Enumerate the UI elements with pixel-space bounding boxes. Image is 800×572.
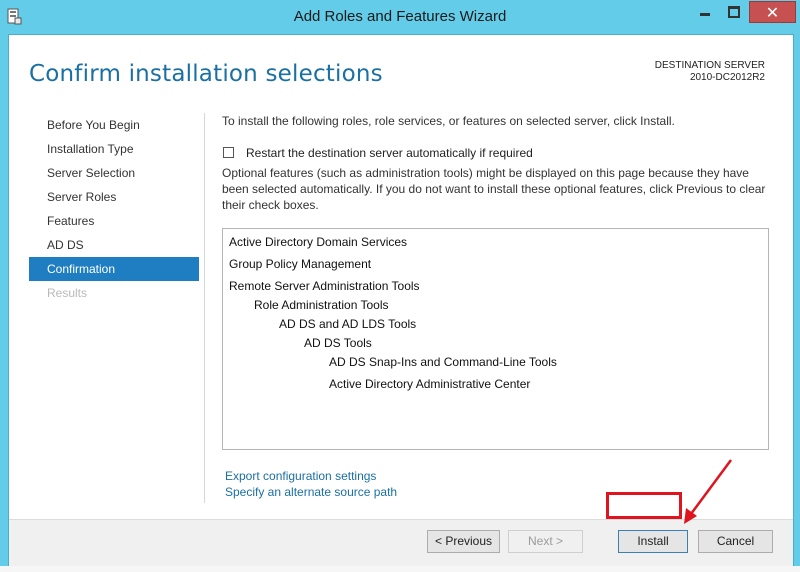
taskbar-strip: [0, 566, 800, 572]
annotation-arrow-icon: [684, 459, 733, 524]
wizard-window: Add Roles and Features Wizard ✕ Confirm …: [0, 0, 800, 572]
